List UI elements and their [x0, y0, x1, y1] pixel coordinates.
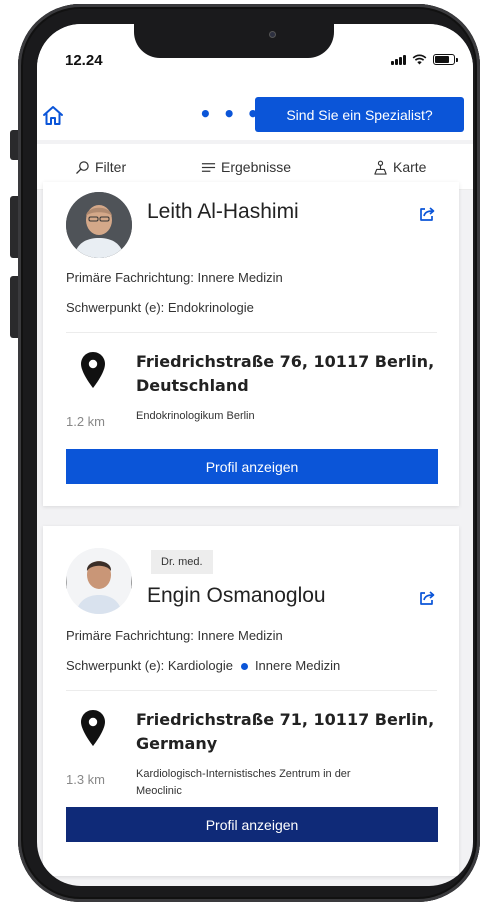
status-icons [391, 54, 458, 65]
focus-item: Innere Medizin [254, 658, 341, 673]
more-menu-icon[interactable]: • • • [199, 102, 261, 126]
primary-specialty-line: Primäre Fachrichtung: Innere Medizin [66, 628, 283, 643]
wifi-icon [412, 54, 427, 65]
bullet-separator [240, 662, 248, 670]
status-time: 12.24 [65, 52, 103, 69]
camera-icon [269, 31, 276, 38]
focus-line: Schwerpunkt (e): Kardiologie Innere Mediz… [66, 658, 340, 673]
results-list: Leith Al-Hashimi Primäre Fachrichtung: I… [37, 182, 473, 886]
divider [66, 332, 437, 333]
list-icon [201, 162, 216, 172]
address[interactable]: Friedrichstraße 71, 10117 Berlin, German… [136, 708, 436, 756]
tab-results-label: Ergebnisse [221, 159, 292, 175]
address-line-2: Germany [136, 734, 218, 753]
specialist-button[interactable]: Sind Sie ein Spezialist? [255, 97, 464, 132]
map-pin-person-icon [374, 160, 387, 175]
avatar [66, 548, 132, 614]
home-icon[interactable] [41, 104, 65, 128]
location-pin-icon [81, 710, 105, 746]
doctor-name[interactable]: Engin Osmanoglou [147, 584, 326, 608]
focus-label: Schwerpunkt (e): [66, 300, 165, 315]
address-line-1: Friedrichstraße 76, 10117 Berlin, [136, 352, 435, 371]
clinic-line-1: Endokrinologikum Berlin [136, 410, 255, 422]
signal-icon [391, 54, 406, 65]
doctor-name[interactable]: Leith Al-Hashimi [147, 200, 299, 224]
address-line-2: Deutschland [136, 376, 249, 395]
search-icon [76, 160, 89, 174]
battery-icon [433, 54, 458, 65]
primary-specialty: Innere Medizin [197, 270, 283, 285]
primary-specialty-label: Primäre Fachrichtung: [66, 628, 194, 643]
app-header: • • • Sind Sie ein Spezialist? [37, 94, 473, 140]
distance: 1.3 km [66, 772, 106, 787]
view-profile-button[interactable]: Profil anzeigen [66, 807, 438, 842]
clinic-line-2: Meoclinic [136, 785, 182, 797]
tab-filter-label: Filter [95, 159, 127, 175]
divider [66, 690, 437, 691]
primary-specialty-label: Primäre Fachrichtung: [66, 270, 194, 285]
result-card: Leith Al-Hashimi Primäre Fachrichtung: I… [43, 182, 459, 506]
tab-map-label: Karte [393, 159, 427, 175]
avatar [66, 192, 132, 258]
clinic-name: Endokrinologikum Berlin [136, 408, 436, 425]
clinic-name: Kardiologisch-Internistisches Zentrum in… [136, 766, 436, 800]
share-icon[interactable] [417, 588, 437, 608]
address-line-1: Friedrichstraße 71, 10117 Berlin, [136, 710, 435, 729]
share-icon[interactable] [417, 204, 437, 224]
focus-label: Schwerpunkt (e): [66, 658, 165, 673]
primary-specialty-line: Primäre Fachrichtung: Innere Medizin [66, 270, 283, 285]
focus-item: Kardiologie [167, 658, 233, 673]
result-card: Dr. med. Engin Osmanoglou Primäre Fachri… [43, 526, 459, 876]
distance: 1.2 km [66, 414, 106, 429]
focus-line: Schwerpunkt (e): Endokrinologie [66, 300, 254, 315]
view-profile-button[interactable]: Profil anzeigen [66, 449, 438, 484]
location-pin-icon [81, 352, 105, 388]
phone-notch [134, 24, 334, 58]
clinic-line-1: Kardiologisch-Internistisches Zentrum in… [136, 768, 351, 780]
title-badge: Dr. med. [151, 550, 213, 574]
focus-item: Endokrinologie [167, 300, 254, 315]
screen: 12.24 • • • Sind Sie ein Spezialist? Fil… [37, 24, 473, 886]
primary-specialty: Innere Medizin [197, 628, 283, 643]
address[interactable]: Friedrichstraße 76, 10117 Berlin, Deutsc… [136, 350, 436, 398]
